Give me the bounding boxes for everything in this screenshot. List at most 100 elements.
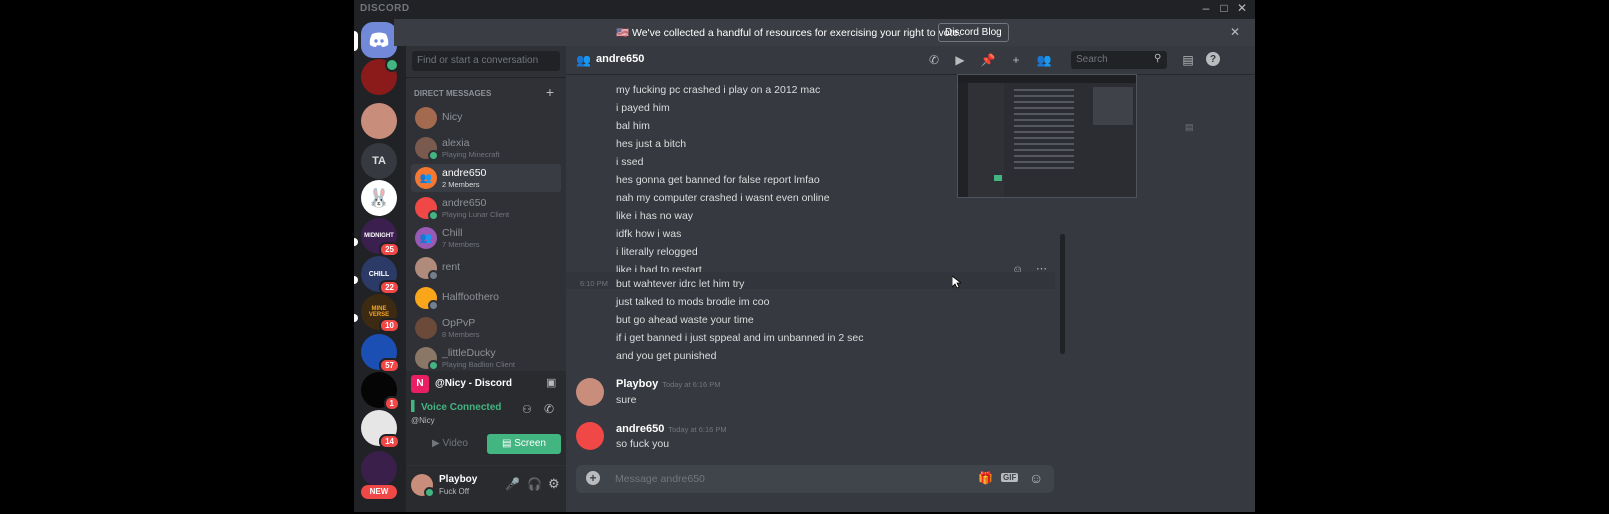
message-line: idfk how i was (616, 228, 682, 240)
chat-header: 👥 andre650 ✆ ▶ 📌 + 👥 Search ⚲ ▤ ? (566, 46, 1255, 75)
voice-call-icon[interactable]: ✆ (926, 52, 942, 68)
dm-member-count: 8 Members (442, 330, 480, 339)
new-unreads-badge[interactable]: NEW (361, 485, 397, 499)
flag-icon: 🇺🇸 (616, 27, 630, 39)
dm-name: Chill (442, 227, 463, 239)
server-bunny[interactable]: 🐰 (361, 180, 397, 216)
home-button[interactable] (361, 22, 397, 58)
dm-member-count: 7 Members (442, 240, 480, 249)
avatar (415, 197, 439, 221)
avatar (415, 137, 439, 161)
create-dm-icon[interactable]: + (546, 84, 554, 100)
add-friend-icon[interactable]: + (1008, 52, 1024, 68)
stream-label: @Nicy - Discord (435, 378, 512, 389)
server-avatar-1[interactable] (361, 58, 399, 95)
mention-badge: 14 (379, 434, 400, 449)
status-dot (424, 487, 435, 498)
close-banner-icon[interactable]: ✕ (1230, 25, 1240, 39)
dm-item-andre650-group[interactable]: 👥 andre650 2 Members (411, 164, 561, 192)
username: Playboy (439, 474, 478, 485)
stream-bar[interactable]: N @Nicy - Discord ▣ (406, 371, 566, 397)
discord-blog-button[interactable]: Discord Blog (938, 23, 1009, 42)
author-avatar[interactable] (576, 378, 604, 406)
stream-icon: N (411, 375, 429, 393)
signal-icon: ▌ (411, 401, 419, 412)
message-line: my fucking pc crashed i play on a 2012 m… (616, 84, 821, 96)
dm-item-rent[interactable]: rent (411, 254, 561, 282)
preview-titlebar (958, 75, 1136, 83)
video-button[interactable]: ▶ Video (413, 434, 487, 454)
server-ta[interactable]: TA (361, 143, 397, 179)
server-mineverse[interactable]: MINE VERSE 10 (361, 294, 400, 333)
server-white[interactable]: 14 (361, 410, 400, 449)
status-dot (428, 270, 439, 281)
upload-plus-icon[interactable]: + (586, 471, 600, 485)
message-composer[interactable]: + Message andre650 🎁 GIF ☺ (576, 465, 1054, 493)
server-dark[interactable]: 1 (361, 372, 400, 411)
announcement-banner: 🇺🇸 We've collected a handful of resource… (394, 19, 1255, 46)
settings-gear-icon[interactable]: ⚙ (548, 476, 560, 492)
message-author[interactable]: Playboy Today at 6:16 PM (616, 378, 721, 390)
dm-name: Halffoothero (442, 291, 500, 303)
mention-badge: 25 (379, 242, 400, 257)
server-blue[interactable]: 57 (361, 334, 400, 373)
dm-item-andre650[interactable]: andre650 Playing Lunar Client (411, 194, 561, 222)
dm-item-nicy[interactable]: Nicy (411, 104, 561, 132)
disconnect-icon[interactable]: ✆ (544, 402, 554, 416)
message-line: i payed him (616, 102, 670, 114)
unread-indicator (354, 276, 358, 284)
message-line: sure (616, 394, 637, 406)
minimize-icon[interactable]: – (1198, 1, 1214, 15)
dm-item-littleducky[interactable]: _littleDucky Playing Badlion Client (411, 344, 561, 372)
gif-icon[interactable]: GIF (1001, 473, 1019, 482)
dm-sidebar: Find or start a conversation DIRECT MESS… (406, 46, 566, 512)
member-list-icon[interactable]: 👥 (1036, 52, 1052, 68)
help-icon[interactable]: ? (1206, 52, 1220, 66)
noise-suppression-icon[interactable]: ⚇ (522, 403, 532, 416)
server-midnight[interactable]: MIDNIGHT 25 (361, 218, 400, 257)
server-avatar-2[interactable] (361, 103, 397, 139)
status-dot (428, 360, 439, 371)
search-input[interactable]: Search (1071, 51, 1167, 69)
inbox-icon[interactable]: ▤ (1180, 52, 1196, 68)
stream-preview[interactable] (957, 74, 1137, 198)
message-line: i ssed (616, 156, 644, 168)
gift-icon[interactable]: 🎁 (978, 471, 993, 485)
close-window-icon[interactable]: ✕ (1234, 1, 1250, 15)
dm-item-halffoothero[interactable]: Halffoothero (411, 284, 561, 312)
chat-title: andre650 (596, 53, 645, 65)
message-line: bal him (616, 120, 650, 132)
banner-text: We've collected a handful of resources f… (632, 27, 962, 39)
maximize-icon[interactable]: □ (1216, 1, 1232, 15)
user-panel: Playboy Fuck Off 🎤 🎧 ⚙ (406, 466, 566, 512)
selected-indicator (354, 31, 358, 51)
microphone-icon[interactable]: 🎤 (505, 477, 520, 491)
pin-icon[interactable]: 📌 (980, 52, 996, 68)
user-avatar[interactable] (411, 474, 435, 498)
dm-name: alexia (442, 137, 470, 149)
video-call-icon[interactable]: ▶ (952, 52, 968, 68)
dm-member-count: 2 Members (442, 180, 480, 189)
headphones-icon[interactable]: 🎧 (527, 477, 542, 491)
chat-scrollbar[interactable] (1060, 234, 1065, 354)
dm-item-oppvp[interactable]: OpPvP 8 Members (411, 314, 561, 342)
avatar (415, 287, 439, 311)
message-input[interactable]: Message andre650 (615, 473, 705, 485)
server-purple[interactable] (361, 451, 397, 487)
dm-name: andre650 (442, 197, 487, 209)
camera-icon: ▶ (432, 438, 440, 449)
find-conversation-input[interactable]: Find or start a conversation (412, 51, 560, 71)
message-author[interactable]: andre650 Today at 6:16 PM (616, 423, 727, 435)
group-avatar (415, 317, 437, 339)
screen-share-button[interactable]: ▤ Screen (487, 434, 561, 454)
inbox-small-icon: ▤ (1185, 122, 1194, 132)
stop-stream-icon[interactable]: ▣ (546, 376, 556, 389)
message-timestamp: Today at 6:16 PM (662, 380, 721, 389)
server-chill[interactable]: CHILL 22 (361, 256, 400, 295)
dm-item-alexia[interactable]: alexia Playing Minecraft (411, 134, 561, 162)
author-avatar[interactable] (576, 422, 604, 450)
emoji-icon[interactable]: ☺ (1029, 470, 1043, 486)
message-timestamp: 6:10 PM (580, 279, 608, 288)
title-bar: DISCORD – □ ✕ (354, 0, 1255, 19)
dm-item-chill[interactable]: 👥 Chill 7 Members (411, 224, 561, 252)
